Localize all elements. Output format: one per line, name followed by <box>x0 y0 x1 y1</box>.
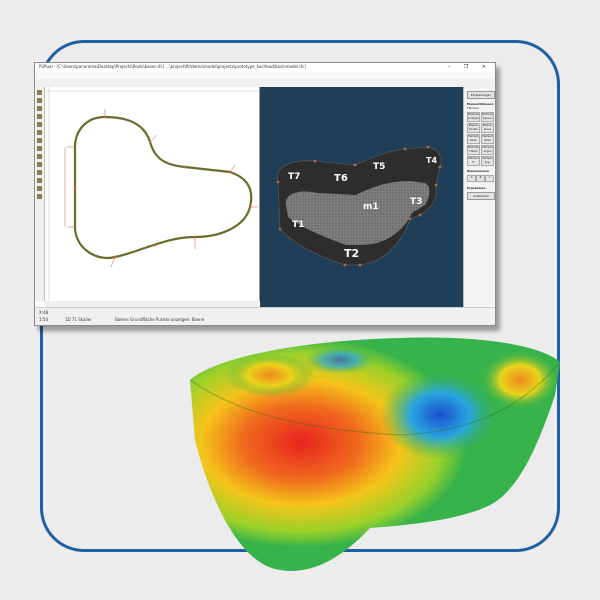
window-controls[interactable]: – ❐ ✕ <box>448 64 492 70</box>
select-tool-icon[interactable] <box>37 90 42 95</box>
app-window: P3fiual - [C:\Users\panorama\Desktop\Pro… <box>34 62 496 326</box>
surfaces-label: Flächen <box>467 106 479 110</box>
status-coords: X:48 <box>39 310 49 315</box>
status-view-info: 1D 71 Skalier <box>65 317 92 322</box>
wall-label-t2: T2 <box>344 247 359 260</box>
dim-button-b[interactable]: B <box>476 175 485 182</box>
properties-panel: Einstellungen Elementklassen Flächen Ele… <box>463 87 495 307</box>
status-scale: 1:50 <box>39 317 48 322</box>
results-label: Ergebnisse <box>467 186 486 190</box>
wall-label-t7: T7 <box>288 172 300 182</box>
menu-bar: Projekt Tarifkarte Objekte Elemente Plan… <box>35 72 495 88</box>
pool-3d-model: T7 T6 T5 T4 T3 T1 T2 m1 <box>276 145 442 267</box>
panel-button-6[interactable]: Element teilen <box>481 134 494 144</box>
window-title: P3fiual - [C:\Users\panorama\Desktop\Pro… <box>39 64 306 69</box>
stress-heatmap-surface <box>189 337 560 571</box>
rotate-tool-icon[interactable] <box>37 130 42 135</box>
fill-tool-icon[interactable] <box>37 194 42 199</box>
plan-drawing <box>45 87 259 301</box>
point-tool-icon[interactable] <box>37 114 42 119</box>
panel-button-3[interactable]: Ebenen Punkte <box>467 123 480 133</box>
dimension-points <box>73 115 252 259</box>
panel-button-8[interactable]: Element bogen <box>481 145 494 155</box>
dimensions-label: Dimensionen <box>467 169 489 173</box>
panel-button-9[interactable]: Element fl. <box>467 156 480 166</box>
panel-button-10[interactable]: Element bog. <box>481 156 494 166</box>
settings-button[interactable]: Einstellungen <box>467 91 495 99</box>
wall-label-t1: T1 <box>292 220 304 230</box>
measure-tool-icon[interactable] <box>37 138 42 143</box>
floor-label-m1: m1 <box>363 202 379 212</box>
left-toolbox <box>35 87 45 301</box>
cold-zone-top <box>305 346 375 374</box>
arc-tool-icon[interactable] <box>37 106 42 111</box>
move-tool-icon[interactable] <box>37 122 42 127</box>
pen-tool-icon[interactable] <box>37 178 42 183</box>
warm-zone-left <box>225 353 315 397</box>
wall-label-t3: T3 <box>410 197 422 207</box>
panel-button-4[interactable]: Ebenen Kurve <box>481 123 494 133</box>
dim-button-c[interactable]: C <box>485 175 494 182</box>
evaluate-button[interactable]: Auswerten <box>467 192 495 200</box>
snap-tool-icon[interactable] <box>37 170 42 175</box>
3d-viewport[interactable]: T7 T6 T5 T4 T3 T1 T2 m1 <box>260 87 463 307</box>
line-tool-icon[interactable] <box>37 98 42 103</box>
panel-button-5[interactable]: Element teilen <box>467 134 480 144</box>
wall-label-t5: T5 <box>373 162 385 172</box>
text-tool-icon[interactable] <box>37 146 42 151</box>
plan-canvas[interactable] <box>45 87 260 301</box>
panel-button-7[interactable]: Elemente Fläche <box>467 145 480 155</box>
panel-button-2[interactable]: Elemente löschen <box>481 112 494 122</box>
dim-button-a[interactable]: A <box>467 175 476 182</box>
panel-button-1[interactable]: Elemente einfügen <box>467 112 480 122</box>
warm-zone-right <box>480 350 560 410</box>
eraser-tool-icon[interactable] <box>37 186 42 191</box>
pool-outline[interactable] <box>73 115 253 260</box>
layer-tool-icon[interactable] <box>37 154 42 159</box>
wall-label-t4: T4 <box>426 156 437 165</box>
grid-tool-icon[interactable] <box>37 162 42 167</box>
wall-label-t6: T6 <box>334 173 348 184</box>
